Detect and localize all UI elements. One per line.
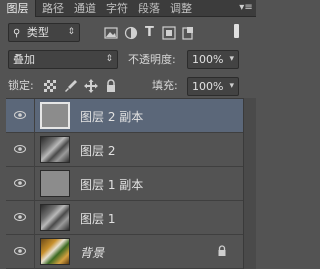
layers-scrollbar[interactable] — [243, 98, 256, 269]
layer-thumbnail[interactable] — [40, 102, 70, 129]
tab-layers[interactable]: 图层 — [0, 0, 36, 17]
fill-label: 填充: — [152, 79, 178, 92]
lock-all-icon[interactable] — [104, 79, 118, 93]
fill-input[interactable]: 100% ▾ — [187, 77, 239, 96]
adjustment-filter-icon[interactable] — [124, 26, 138, 40]
lock-label: 锁定: — [8, 79, 34, 92]
opacity-input[interactable]: 100% ▾ — [187, 50, 239, 69]
smart-object-filter-icon[interactable] — [181, 26, 195, 40]
layers-list: 图层 2 副本 图层 2 图层 1 副本 图层 1 背景 — [6, 98, 243, 269]
filter-kind-select[interactable]: ⚲ 类型 ⇕ — [8, 23, 80, 42]
blend-mode-value: 叠加 — [13, 53, 35, 66]
opacity-value: 100% — [192, 53, 224, 66]
lock-transparent-icon[interactable] — [44, 80, 56, 92]
fill-value: 100% — [192, 80, 224, 93]
panel-menu-icon[interactable]: ▾≡ — [239, 1, 253, 15]
layer-row[interactable]: 图层 2 — [6, 133, 243, 167]
eye-icon[interactable] — [14, 144, 26, 154]
filter-toggle-icon[interactable] — [234, 24, 239, 38]
eye-icon[interactable] — [14, 212, 26, 222]
layer-name[interactable]: 图层 2 副本 — [80, 108, 143, 125]
text-filter-icon[interactable]: T — [145, 23, 154, 42]
layer-row[interactable]: 图层 1 副本 — [6, 167, 243, 201]
layer-thumbnail[interactable] — [40, 238, 70, 265]
layer-row[interactable]: 图层 1 — [6, 201, 243, 235]
panel-tab-bar: 图层 路径 通道 字符 段落 调整 ▾≡ — [0, 0, 256, 17]
layer-row[interactable]: 图层 2 副本 — [6, 99, 243, 133]
updown-arrow-icon: ⇕ — [67, 27, 75, 37]
row-divider — [34, 235, 35, 269]
tab-character[interactable]: 字符 — [102, 0, 132, 17]
lock-paint-icon[interactable] — [64, 79, 78, 93]
eye-icon[interactable] — [14, 178, 26, 188]
layer-name[interactable]: 背景 — [80, 244, 104, 261]
layer-thumbnail[interactable] — [40, 170, 70, 197]
tab-paths[interactable]: 路径 — [38, 0, 68, 17]
updown-arrow-icon: ⇕ — [105, 54, 113, 64]
image-filter-icon[interactable] — [104, 26, 118, 40]
layer-row[interactable]: 背景 — [6, 235, 243, 269]
opacity-label: 不透明度: — [128, 53, 176, 66]
shape-filter-icon[interactable] — [162, 26, 176, 40]
search-icon: ⚲ — [13, 28, 21, 39]
tab-channels[interactable]: 通道 — [70, 0, 100, 17]
layer-name[interactable]: 图层 1 副本 — [80, 176, 143, 193]
row-divider — [34, 201, 35, 235]
tab-paragraph[interactable]: 段落 — [134, 0, 164, 17]
blend-row: 叠加 ⇕ 不透明度: 100% ▾ — [0, 46, 256, 72]
layer-thumbnail[interactable] — [40, 136, 70, 163]
lock-move-icon[interactable] — [84, 79, 98, 93]
layer-name[interactable]: 图层 2 — [80, 142, 115, 159]
layer-thumbnail[interactable] — [40, 204, 70, 231]
eye-icon[interactable] — [14, 246, 26, 256]
lock-icon — [218, 245, 226, 256]
filter-row: ⚲ 类型 ⇕ T — [0, 20, 256, 44]
chevron-down-icon[interactable]: ▾ — [229, 51, 234, 68]
row-divider — [34, 167, 35, 201]
chevron-down-icon[interactable]: ▾ — [229, 78, 234, 95]
lock-row: 锁定: 填充: 100% ▾ — [0, 74, 256, 98]
layer-name[interactable]: 图层 1 — [80, 210, 115, 227]
blend-mode-select[interactable]: 叠加 ⇕ — [8, 50, 118, 69]
row-divider — [34, 99, 35, 133]
tab-adjustments[interactable]: 调整 — [166, 0, 196, 17]
filter-kind-value: 类型 — [26, 26, 49, 39]
eye-icon[interactable] — [14, 110, 26, 120]
row-divider — [34, 133, 35, 167]
